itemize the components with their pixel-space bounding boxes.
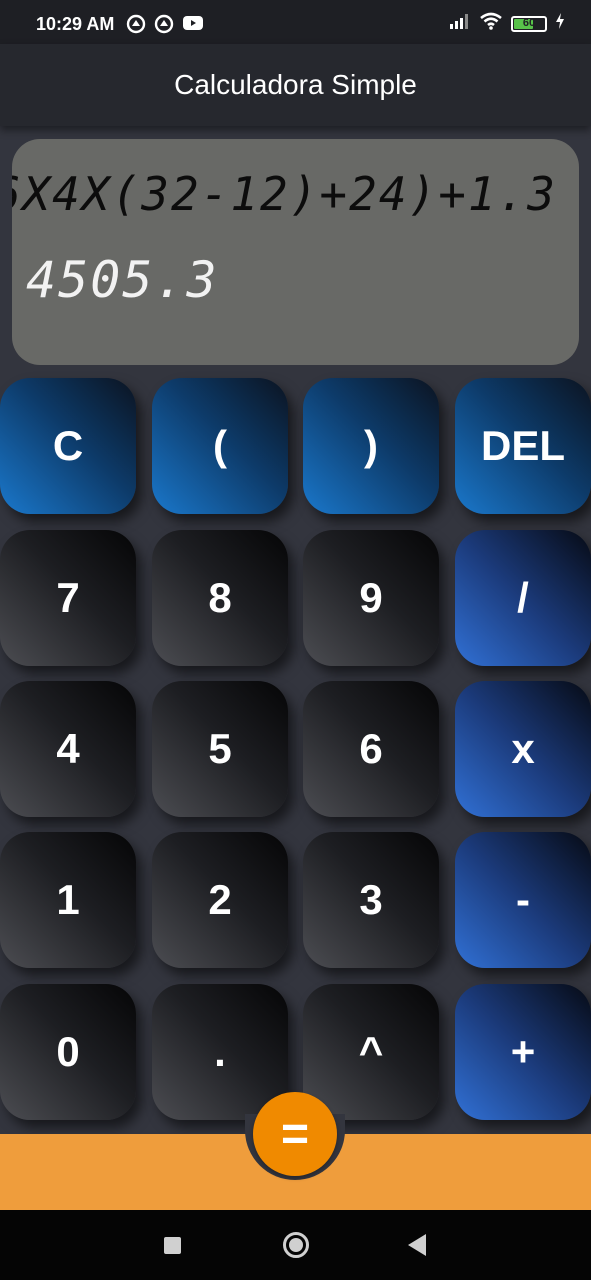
status-icons-left: [126, 14, 204, 39]
battery-level: 60: [522, 16, 536, 29]
status-bar: 10:29 AM 60: [0, 0, 591, 44]
status-icons-right: 60: [449, 12, 565, 35]
charging-icon: [555, 13, 565, 34]
signal-icon: [449, 13, 471, 34]
subtract-button[interactable]: -: [455, 832, 591, 968]
multiply-button[interactable]: x: [455, 681, 591, 817]
digit-1-button[interactable]: 1: [0, 832, 136, 968]
divide-button[interactable]: /: [455, 530, 591, 666]
add-button[interactable]: +: [455, 984, 591, 1120]
decimal-point-button[interactable]: .: [152, 984, 288, 1120]
digit-2-button[interactable]: 2: [152, 832, 288, 968]
app-title: Calculadora Simple: [174, 69, 417, 100]
digit-7-button[interactable]: 7: [0, 530, 136, 666]
digit-4-button[interactable]: 4: [0, 681, 136, 817]
status-time: 10:29 AM: [36, 14, 115, 34]
notification-icon: [154, 14, 174, 39]
youtube-icon: [182, 14, 204, 39]
digit-9-button[interactable]: 9: [303, 530, 439, 666]
app-bar: Calculadora Simple: [0, 44, 591, 126]
digit-6-button[interactable]: 6: [303, 681, 439, 817]
recents-square-icon[interactable]: [164, 1237, 181, 1254]
digit-5-button[interactable]: 5: [152, 681, 288, 817]
wifi-icon: [479, 12, 503, 35]
digit-0-button[interactable]: 0: [0, 984, 136, 1120]
open-paren-button[interactable]: (: [152, 378, 288, 514]
home-circle-icon[interactable]: [283, 1232, 309, 1258]
calculator-display: (56X4X(32-12)+24)+1.3 4505.3: [12, 139, 579, 365]
digit-8-button[interactable]: 8: [152, 530, 288, 666]
clear-button[interactable]: C: [0, 378, 136, 514]
equals-button[interactable]: =: [253, 1092, 337, 1176]
system-nav-bar: [0, 1210, 591, 1280]
delete-button[interactable]: DEL: [455, 378, 591, 514]
expression-text: (56X4X(32-12)+24)+1.3: [12, 167, 557, 221]
close-paren-button[interactable]: ): [303, 378, 439, 514]
battery-icon: 60: [511, 15, 547, 32]
digit-3-button[interactable]: 3: [303, 832, 439, 968]
notification-icon: [126, 14, 146, 39]
back-triangle-icon[interactable]: [408, 1234, 426, 1256]
result-text: 4505.3: [26, 251, 219, 309]
power-button[interactable]: ^: [303, 984, 439, 1120]
calculator-screen: 10:29 AM 60 Calculadora Simple X4X(32-12…: [0, 0, 591, 1280]
